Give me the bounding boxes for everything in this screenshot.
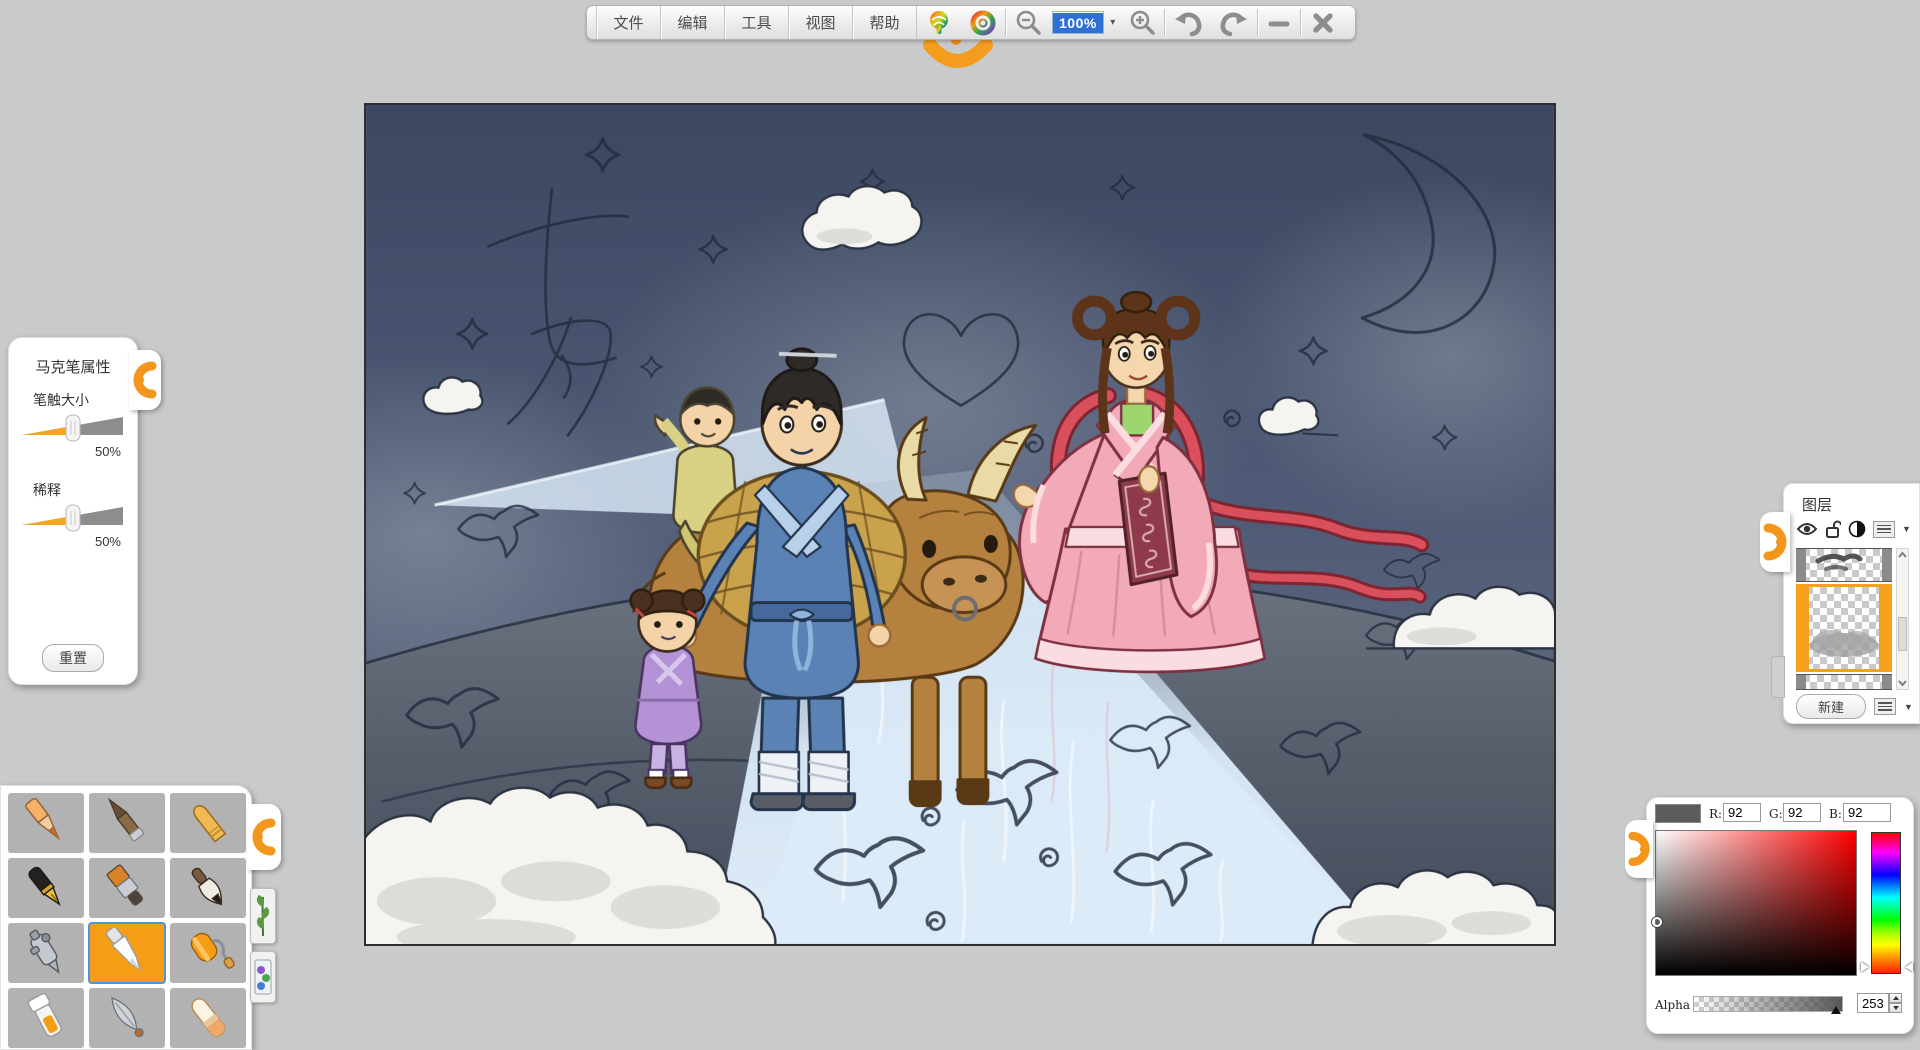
brush-size-value: 50% — [94, 444, 121, 459]
zoom-level-value[interactable]: 100% — [1053, 12, 1103, 33]
saturation-value-field[interactable] — [1652, 830, 1857, 976]
artwork-qixi-scene — [366, 105, 1554, 944]
main-toolbar: 文件 编辑 工具 视图 帮助 100% ▾ — [586, 5, 1356, 40]
smiley-handle[interactable] — [920, 33, 996, 84]
orange-c-icon — [133, 361, 157, 399]
layer-thumbnail-bottom[interactable] — [1796, 674, 1892, 690]
sticker-icon — [254, 959, 272, 995]
tool-fountain-pen[interactable] — [8, 858, 84, 918]
dilute-value: 50% — [94, 534, 121, 549]
tool-charcoal-stick[interactable] — [89, 793, 165, 853]
drawing-canvas[interactable] — [364, 103, 1556, 946]
new-layer-caret[interactable]: ▼ — [1904, 702, 1913, 712]
marker-panel-collapse-handle[interactable] — [129, 350, 161, 410]
marker-panel-title: 马克笔属性 — [35, 359, 111, 376]
tool-flat-brush[interactable] — [89, 858, 165, 918]
hue-marker-left[interactable] — [1861, 962, 1869, 972]
b-input[interactable] — [1843, 803, 1891, 822]
scroll-down-arrow[interactable] — [1897, 677, 1908, 689]
tool-knife-pen[interactable] — [89, 988, 165, 1048]
eye-icon[interactable] — [1796, 521, 1818, 537]
orange-c-icon — [1763, 523, 1787, 561]
menu-view[interactable]: 视图 — [789, 6, 853, 39]
layer-list — [1796, 548, 1892, 690]
alpha-slider-marker[interactable] — [1831, 1006, 1841, 1014]
tool-grid — [8, 793, 251, 1048]
sticker-picture-tab[interactable] — [250, 951, 276, 1003]
close-icon[interactable] — [1301, 6, 1345, 39]
layer-list-scrollbar[interactable] — [1896, 548, 1909, 690]
minimize-icon[interactable] — [1258, 6, 1300, 39]
zoom-level-box[interactable]: 100% — [1052, 11, 1104, 34]
hidden-panel-stub[interactable] — [1771, 656, 1785, 698]
app-window: { "toolbar": { "menus": ["文件", "编辑", "工具… — [0, 0, 1920, 1050]
zoom-in-icon[interactable] — [1120, 6, 1164, 39]
rainbow-tree-icon[interactable] — [917, 6, 961, 39]
plant-stamp-tab[interactable] — [250, 888, 276, 944]
scroll-up-arrow[interactable] — [1897, 549, 1908, 561]
tool-paint-roller[interactable] — [170, 923, 246, 983]
unlock-icon[interactable] — [1825, 520, 1841, 538]
r-input[interactable] — [1723, 803, 1761, 822]
plant-icon — [256, 895, 270, 937]
layers-panel-collapse-handle[interactable] — [1760, 512, 1790, 572]
tool-marker[interactable] — [88, 922, 166, 984]
scroll-thumb[interactable] — [1898, 617, 1907, 651]
dilute-label: 稀释 — [33, 482, 61, 498]
color-picker-panel: R: G: B: Alpha — [1625, 797, 1914, 1034]
orange-c-icon — [1628, 831, 1650, 867]
redo-icon[interactable] — [1211, 6, 1257, 39]
orange-c-icon — [252, 818, 276, 856]
sv-marker[interactable] — [1652, 917, 1662, 927]
tool-ink-brush[interactable] — [170, 858, 246, 918]
color-panel-collapse-handle[interactable] — [1625, 820, 1653, 878]
alpha-spin-up[interactable] — [1889, 993, 1902, 1003]
menu-file[interactable]: 文件 — [597, 6, 661, 39]
layer-menu-caret[interactable]: ▼ — [1902, 524, 1911, 534]
new-layer-button[interactable]: 新建 — [1796, 694, 1866, 719]
dilute-slider[interactable] — [19, 502, 127, 532]
undo-icon[interactable] — [1165, 6, 1211, 39]
tool-colored-pencil[interactable] — [8, 793, 84, 853]
zoom-dropdown-caret[interactable]: ▾ — [1106, 6, 1120, 39]
current-color-swatch[interactable] — [1655, 804, 1701, 823]
alpha-spin-down[interactable] — [1889, 1003, 1902, 1013]
opacity-icon[interactable] — [1848, 520, 1866, 538]
tool-panel-collapse-handle[interactable] — [247, 804, 281, 870]
alpha-spinner[interactable] — [1889, 993, 1902, 1013]
alpha-slider[interactable] — [1693, 996, 1843, 1012]
brush-size-label: 笔触大小 — [33, 392, 89, 408]
toolbar-cap — [1345, 6, 1355, 39]
marker-properties-panel: 马克笔属性 笔触大小 50% 稀释 50% 重置 — [8, 337, 161, 685]
new-layer-menu[interactable] — [1874, 698, 1896, 715]
alpha-label: Alpha — [1655, 998, 1691, 1012]
g-label: G: — [1769, 807, 1783, 821]
hue-marker-right[interactable] — [1905, 962, 1913, 972]
tool-palette-panel — [0, 785, 281, 1050]
alpha-input[interactable] — [1857, 993, 1889, 1013]
reset-button[interactable]: 重置 — [42, 644, 104, 672]
hue-bar[interactable] — [1871, 832, 1901, 974]
layers-panel: 图层 ▼ 新建 ▼ — [1760, 483, 1920, 724]
b-label: B: — [1829, 807, 1842, 821]
rainbow-ring-icon[interactable] — [961, 6, 1005, 39]
zoom-out-icon[interactable] — [1006, 6, 1050, 39]
tool-crayon[interactable] — [170, 793, 246, 853]
layer-thumbnail-sketch[interactable] — [1796, 548, 1892, 582]
r-label: R: — [1709, 807, 1723, 821]
layer-options-menu[interactable] — [1873, 520, 1895, 538]
menu-tools[interactable]: 工具 — [725, 6, 789, 39]
tool-airbrush[interactable] — [8, 923, 84, 983]
tool-eraser[interactable] — [170, 988, 246, 1048]
brush-size-slider[interactable] — [19, 412, 127, 442]
toolbar-cap — [587, 6, 597, 39]
menu-edit[interactable]: 编辑 — [661, 6, 725, 39]
tool-paint-bottle[interactable] — [8, 988, 84, 1048]
layers-panel-title: 图层 — [1802, 497, 1833, 514]
g-input[interactable] — [1783, 803, 1821, 822]
layer-thumbnail-selected[interactable] — [1796, 584, 1892, 672]
menu-help[interactable]: 帮助 — [853, 6, 917, 39]
